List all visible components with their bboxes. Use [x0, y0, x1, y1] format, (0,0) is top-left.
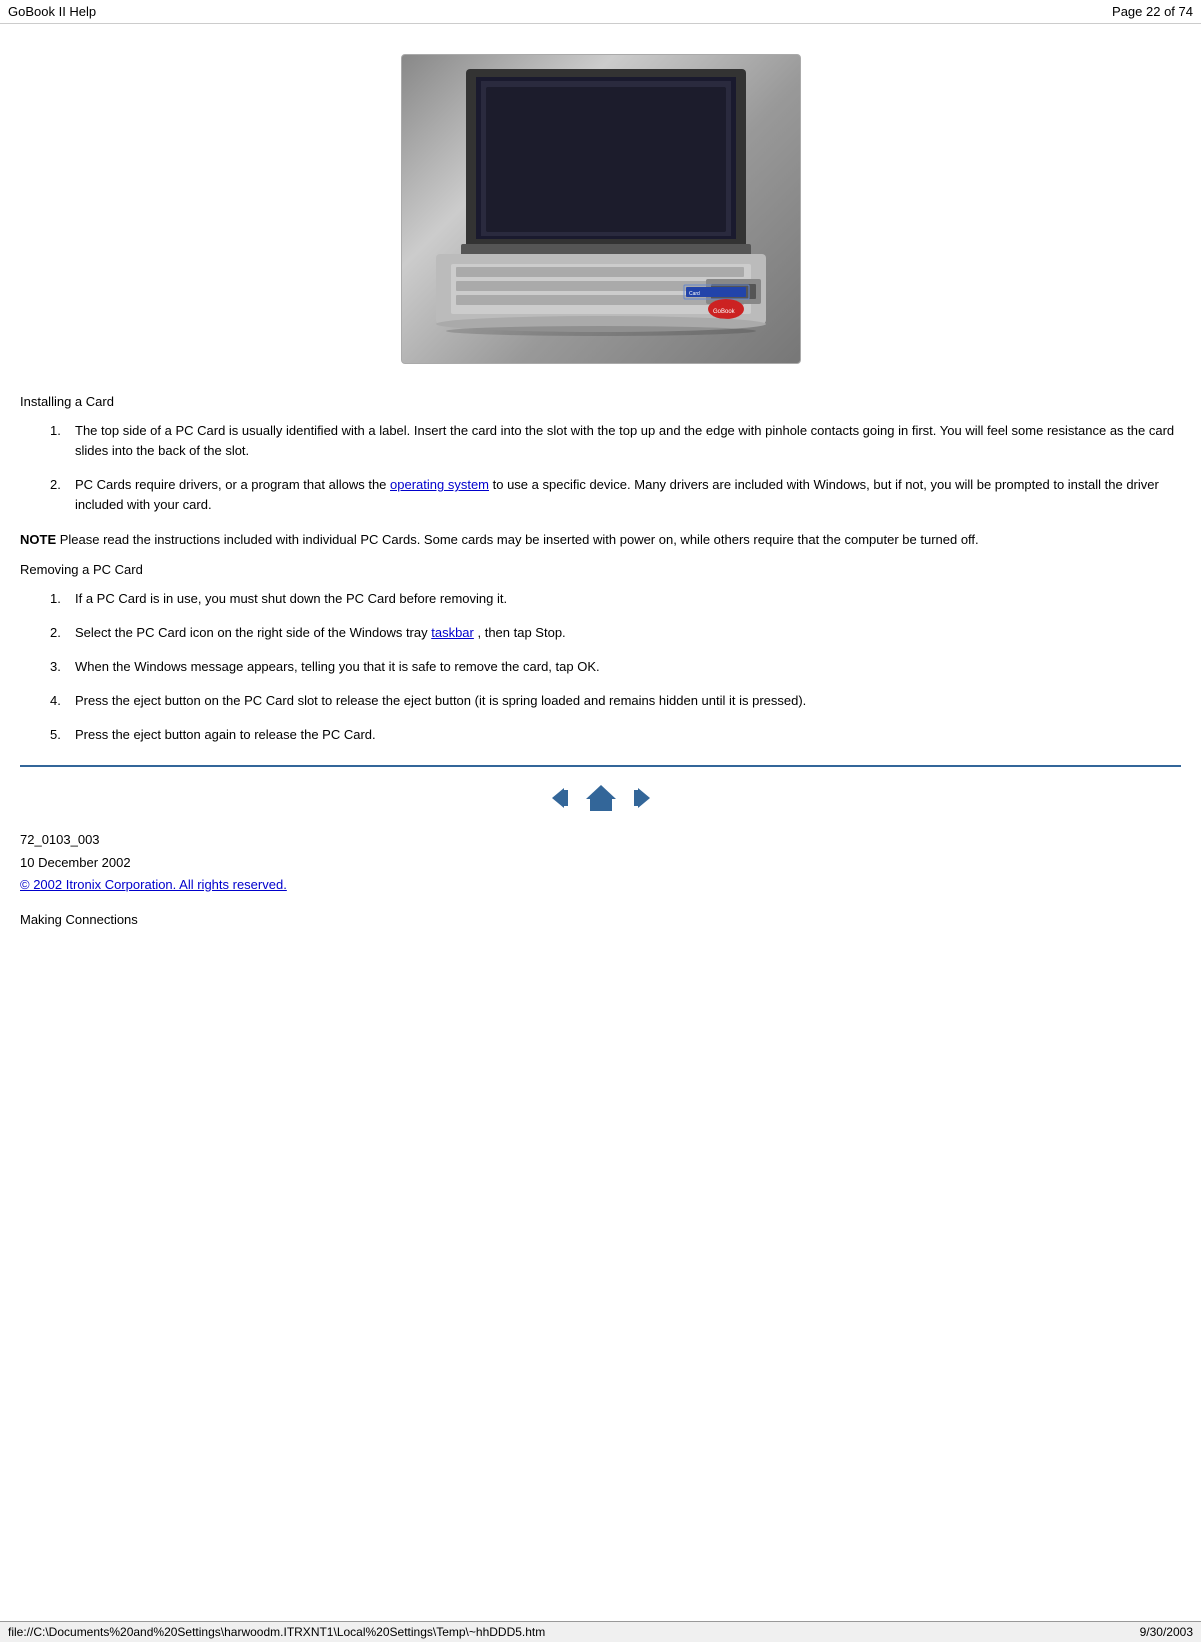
- list-num-r4: 4.: [50, 691, 75, 711]
- forward-button[interactable]: [626, 784, 656, 812]
- footer-info: 72_0103_003 10 December 2002 © 2002 Itro…: [20, 829, 1181, 895]
- home-button[interactable]: [584, 783, 618, 813]
- operating-system-link[interactable]: operating system: [390, 477, 489, 492]
- list-item: 2. Select the PC Card icon on the right …: [50, 623, 1181, 643]
- footer-link-container: © 2002 Itronix Corporation. All rights r…: [20, 874, 1181, 896]
- status-date: 9/30/2003: [1140, 1625, 1193, 1639]
- svg-text:Card: Card: [689, 291, 700, 297]
- list-num-r3: 3.: [50, 657, 75, 677]
- main-content: Card GoBook Installing a Card 1. The top…: [0, 24, 1201, 967]
- removing-item-2-after: , then tap Stop.: [474, 625, 566, 640]
- removing-item-2: Select the PC Card icon on the right sid…: [75, 623, 1181, 643]
- removing-list: 1. If a PC Card is in use, you must shut…: [50, 589, 1181, 746]
- note-block: NOTE Please read the instructions includ…: [20, 530, 1181, 550]
- removing-item-3: When the Windows message appears, tellin…: [75, 657, 1181, 677]
- list-item: 5. Press the eject button again to relea…: [50, 725, 1181, 745]
- installing-item-1-text: The top side of a PC Card is usually ide…: [75, 421, 1181, 461]
- installing-list: 1. The top side of a PC Card is usually …: [50, 421, 1181, 516]
- list-num-r2: 2.: [50, 623, 75, 643]
- divider: [20, 765, 1181, 767]
- image-container: Card GoBook: [20, 54, 1181, 364]
- back-button[interactable]: [546, 784, 576, 812]
- removing-item-4: Press the eject button on the PC Card sl…: [75, 691, 1181, 711]
- nav-icons: [20, 783, 1181, 813]
- list-item: 2. PC Cards require drivers, or a progra…: [50, 475, 1181, 515]
- installing-item-2-text: PC Cards require drivers, or a program t…: [75, 475, 1181, 515]
- list-num-r5: 5.: [50, 725, 75, 745]
- list-item: 1. If a PC Card is in use, you must shut…: [50, 589, 1181, 609]
- list-num-2: 2.: [50, 475, 75, 515]
- laptop-svg: Card GoBook: [406, 59, 796, 359]
- note-text: Please read the instructions included wi…: [56, 532, 979, 547]
- copyright-link[interactable]: © 2002 Itronix Corporation. All rights r…: [20, 877, 287, 892]
- installing-item-2-before: PC Cards require drivers, or a program t…: [75, 477, 390, 492]
- app-title: GoBook II Help: [8, 4, 96, 19]
- footer-line2: 10 December 2002: [20, 852, 1181, 874]
- installing-heading: Installing a Card: [20, 394, 1181, 409]
- removing-heading: Removing a PC Card: [20, 562, 1181, 577]
- list-item: 4. Press the eject button on the PC Card…: [50, 691, 1181, 711]
- laptop-image: Card GoBook: [401, 54, 801, 364]
- status-bar: file://C:\Documents%20and%20Settings\har…: [0, 1621, 1201, 1642]
- taskbar-link[interactable]: taskbar: [431, 625, 474, 640]
- list-item: 3. When the Windows message appears, tel…: [50, 657, 1181, 677]
- status-path: file://C:\Documents%20and%20Settings\har…: [8, 1625, 545, 1639]
- list-num-1: 1.: [50, 421, 75, 461]
- note-label: NOTE: [20, 532, 56, 547]
- list-num-r1: 1.: [50, 589, 75, 609]
- page-info: Page 22 of 74: [1112, 4, 1193, 19]
- removing-item-1: If a PC Card is in use, you must shut do…: [75, 589, 1181, 609]
- svg-text:GoBook: GoBook: [713, 309, 736, 315]
- making-connections: Making Connections: [20, 912, 1181, 927]
- removing-item-5: Press the eject button again to release …: [75, 725, 1181, 745]
- removing-item-2-before: Select the PC Card icon on the right sid…: [75, 625, 431, 640]
- header-bar: GoBook II Help Page 22 of 74: [0, 0, 1201, 24]
- footer-line1: 72_0103_003: [20, 829, 1181, 851]
- list-item: 1. The top side of a PC Card is usually …: [50, 421, 1181, 461]
